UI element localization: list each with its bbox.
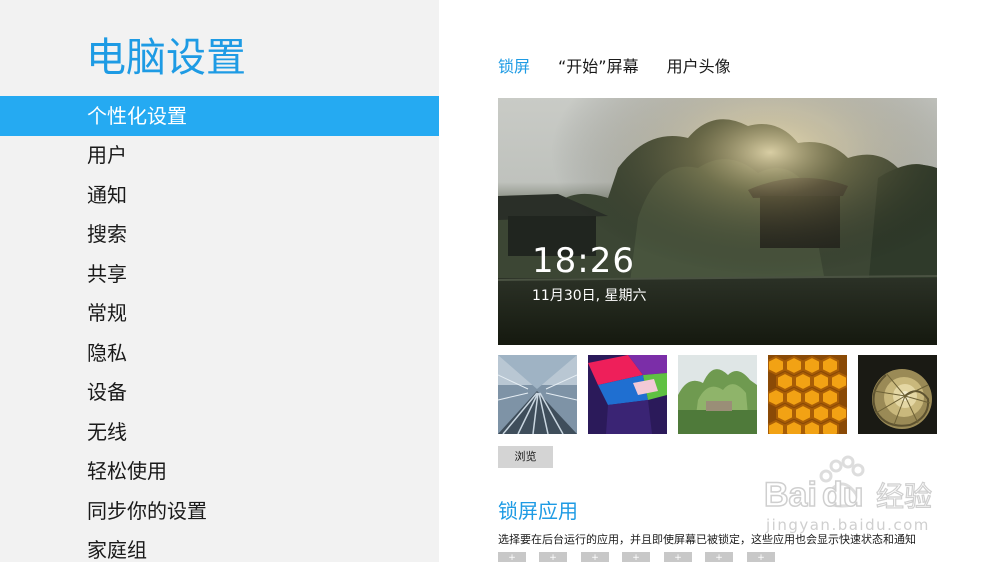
thumbnail-geometric-shapes[interactable] [588, 355, 667, 434]
baidu-jingyan-watermark: Bai du 经验 jingyan.baidu.com [763, 455, 933, 534]
nav-item-users[interactable]: 用户 [0, 136, 439, 176]
add-lock-app-slot-7[interactable]: + [747, 552, 775, 562]
thumbnail-honeycomb[interactable] [768, 355, 847, 434]
nav-item-homegroup[interactable]: 家庭组 [0, 531, 439, 562]
watermark-brand-text: Bai [764, 476, 817, 514]
add-lock-app-slot-6[interactable]: + [705, 552, 733, 562]
nav-item-wireless[interactable]: 无线 [0, 413, 439, 453]
tab-lock-screen[interactable]: 锁屏 [498, 56, 530, 80]
garden-scene-image [498, 98, 937, 345]
thumbnail-garden-trees[interactable] [678, 355, 757, 434]
nav-item-sync-settings[interactable]: 同步你的设置 [0, 492, 439, 532]
browse-button[interactable]: 浏览 [498, 446, 553, 468]
add-lock-app-slot-5[interactable]: + [664, 552, 692, 562]
lock-screen-date: 11月30日, 星期六 [532, 288, 647, 304]
tab-start-screen[interactable]: “开始”屏幕 [558, 56, 639, 80]
lock-screen-time: 18:26 [532, 241, 635, 281]
nav-item-personalize[interactable]: 个性化设置 [0, 96, 439, 136]
nav-item-ease-of-access[interactable]: 轻松使用 [0, 452, 439, 492]
nav-item-general[interactable]: 常规 [0, 294, 439, 334]
nav-item-search[interactable]: 搜索 [0, 215, 439, 255]
lock-screen-preview: 18:26 11月30日, 星期六 [498, 98, 937, 345]
personalize-tabs: 锁屏 “开始”屏幕 用户头像 [498, 56, 759, 80]
nav-item-share[interactable]: 共享 [0, 255, 439, 295]
tab-account-picture[interactable]: 用户头像 [667, 56, 731, 80]
add-lock-app-slot-2[interactable]: + [539, 552, 567, 562]
garden-trees-image [678, 355, 757, 434]
svg-text:经验: 经验 [876, 480, 932, 513]
thumbnail-nautilus-shell[interactable] [858, 355, 937, 434]
settings-category-list: 个性化设置 用户 通知 搜索 共享 常规 隐私 设备 无线 轻松使用 同步你的设… [0, 96, 439, 562]
lock-screen-apps-title: 锁屏应用 [498, 499, 578, 523]
page-title: 电脑设置 [86, 35, 246, 81]
honeycomb-image [768, 355, 847, 434]
add-lock-app-slot-1[interactable]: + [498, 552, 526, 562]
add-lock-app-slot-4[interactable]: + [622, 552, 650, 562]
nav-item-privacy[interactable]: 隐私 [0, 334, 439, 374]
lock-screen-apps-description: 选择要在后台运行的应用，并且即使屏幕已被锁定，这些应用也会显示快速状态和通知 [498, 533, 916, 546]
settings-nav-pane: 电脑设置 个性化设置 用户 通知 搜索 共享 常规 隐私 设备 无线 轻松使用 … [0, 0, 439, 562]
lock-background-thumbnails [498, 355, 937, 435]
nautilus-shell-image [858, 355, 937, 434]
nav-item-devices[interactable]: 设备 [0, 373, 439, 413]
add-lock-app-slot-3[interactable]: + [581, 552, 609, 562]
svg-text:du: du [822, 476, 864, 514]
nav-item-notifications[interactable]: 通知 [0, 176, 439, 216]
tunnel-rails-image [498, 355, 577, 434]
thumbnail-tunnel-rails[interactable] [498, 355, 577, 434]
geometric-shapes-image [588, 355, 667, 434]
